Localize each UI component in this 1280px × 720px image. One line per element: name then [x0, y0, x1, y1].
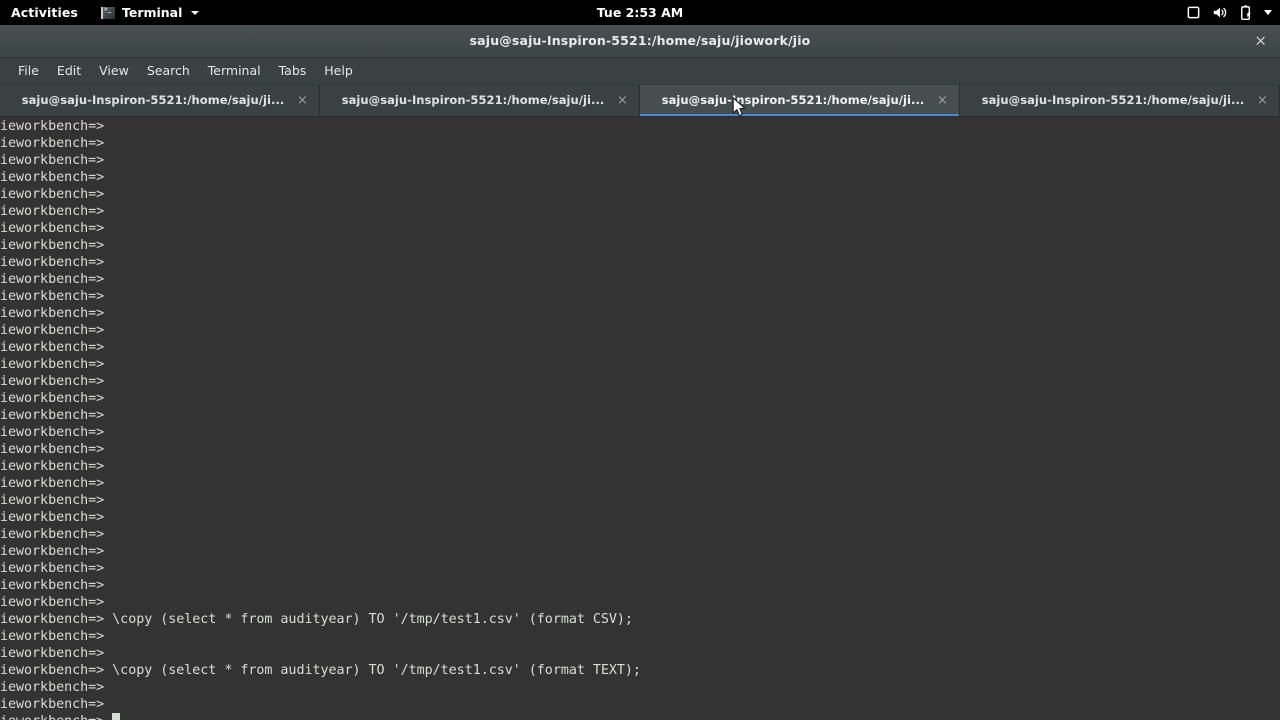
- terminal-icon: [100, 5, 116, 20]
- battery-charging-icon: [1239, 4, 1253, 21]
- terminal-line: ieworkbench=>: [0, 254, 105, 270]
- app-menu-label: Terminal: [121, 5, 183, 20]
- gnome-top-panel: Activities Terminal Tue 2:53 AM: [0, 0, 1280, 25]
- terminal-line: ieworkbench=>: [0, 679, 105, 695]
- terminal-line: ieworkbench=>: [0, 560, 105, 576]
- menubar: File Edit View Search Terminal Tabs Help: [0, 57, 1280, 86]
- terminal-line: ieworkbench=>: [0, 220, 105, 236]
- terminal-text: ieworkbench=> ieworkbench=> ieworkbench=> i…: [0, 117, 1280, 720]
- terminal-line: ieworkbench=>: [0, 492, 105, 508]
- menu-item-edit[interactable]: Edit: [48, 60, 90, 81]
- terminal-line: ieworkbench=>: [0, 526, 105, 542]
- tab-bar: saju@saju-Inspiron-5521:/home/saju/ji...…: [0, 85, 1280, 117]
- terminal-line: ieworkbench=>: [0, 135, 105, 151]
- terminal-line: ieworkbench=>: [0, 305, 105, 321]
- terminal-line: ieworkbench=>: [0, 441, 105, 457]
- terminal-line: ieworkbench=>: [0, 543, 105, 559]
- tab-close-icon[interactable]: ×: [1256, 94, 1269, 107]
- terminal-prompt: ieworkbench=>: [0, 714, 112, 720]
- terminal-line: ieworkbench=>: [0, 118, 105, 134]
- terminal-line: ieworkbench=>: [0, 186, 105, 202]
- terminal-line: ieworkbench=>: [0, 458, 105, 474]
- terminal-line: ieworkbench=>: [0, 339, 105, 355]
- window-title: saju@saju-Inspiron-5521:/home/saju/jiowo…: [469, 33, 811, 49]
- tab-label: saju@saju-Inspiron-5521:/home/saju/ji...: [21, 93, 285, 108]
- menu-item-terminal[interactable]: Terminal: [199, 60, 270, 81]
- terminal-line: ieworkbench=>: [0, 577, 105, 593]
- terminal-line: ieworkbench=> \copy (select * from audit…: [0, 662, 641, 678]
- terminal-line: ieworkbench=>: [0, 390, 105, 406]
- terminal-line: ieworkbench=>: [0, 169, 105, 185]
- terminal-line: ieworkbench=>: [0, 696, 105, 712]
- close-icon[interactable]: ×: [1254, 33, 1267, 48]
- tab-label: saju@saju-Inspiron-5521:/home/saju/ji...: [661, 93, 925, 108]
- app-menu-button[interactable]: Terminal: [100, 0, 200, 25]
- tab-label: saju@saju-Inspiron-5521:/home/saju/ji...: [341, 93, 605, 108]
- menu-item-search[interactable]: Search: [138, 60, 199, 81]
- menu-item-file[interactable]: File: [9, 60, 48, 81]
- terminal-line: ieworkbench=>: [0, 322, 105, 338]
- tab-close-icon[interactable]: ×: [936, 94, 949, 107]
- terminal-line: ieworkbench=>: [0, 628, 105, 644]
- terminal-line: ieworkbench=>: [0, 356, 105, 372]
- terminal-line: ieworkbench=>: [0, 594, 105, 610]
- tab-close-icon[interactable]: ×: [616, 94, 629, 107]
- terminal-line: ieworkbench=>: [0, 152, 105, 168]
- terminal-line: ieworkbench=>: [0, 645, 105, 661]
- terminal-line: ieworkbench=>: [0, 288, 105, 304]
- terminal-tab-1[interactable]: saju@saju-Inspiron-5521:/home/saju/ji...…: [0, 85, 320, 116]
- activities-button[interactable]: Activities: [0, 0, 88, 25]
- terminal-line: ieworkbench=>: [0, 407, 105, 423]
- dropdown-caret-icon: [1264, 10, 1272, 15]
- menu-item-view[interactable]: View: [90, 60, 138, 81]
- panel-status-area[interactable]: [1186, 0, 1272, 25]
- menu-item-tabs[interactable]: Tabs: [270, 60, 316, 81]
- volume-icon: [1212, 5, 1228, 20]
- display-icon: [1186, 5, 1201, 20]
- terminal-tab-4[interactable]: saju@saju-Inspiron-5521:/home/saju/ji...…: [960, 85, 1280, 116]
- terminal-tab-2[interactable]: saju@saju-Inspiron-5521:/home/saju/ji...…: [320, 85, 640, 116]
- activities-label: Activities: [11, 5, 78, 20]
- tab-label: saju@saju-Inspiron-5521:/home/saju/ji...: [981, 93, 1245, 108]
- terminal-line: ieworkbench=>: [0, 475, 105, 491]
- terminal-window: saju@saju-Inspiron-5521:/home/saju/jiowo…: [0, 25, 1280, 720]
- tab-close-icon[interactable]: ×: [296, 94, 309, 107]
- terminal-line: ieworkbench=>: [0, 424, 105, 440]
- terminal-line: ieworkbench=>: [0, 509, 105, 525]
- terminal-tab-3[interactable]: saju@saju-Inspiron-5521:/home/saju/ji...…: [640, 85, 960, 116]
- terminal-line: ieworkbench=>: [0, 237, 105, 253]
- terminal-line: ieworkbench=>: [0, 373, 105, 389]
- terminal-line: ieworkbench=> \copy (select * from audit…: [0, 611, 633, 627]
- terminal-cursor: [112, 713, 121, 720]
- terminal-line: ieworkbench=>: [0, 203, 105, 219]
- terminal-line: ieworkbench=>: [0, 271, 105, 287]
- window-titlebar: saju@saju-Inspiron-5521:/home/saju/jiowo…: [0, 25, 1280, 58]
- chevron-down-icon: [191, 10, 200, 15]
- terminal-prompt-line: ieworkbench=>: [0, 713, 1280, 720]
- menu-item-help[interactable]: Help: [315, 60, 362, 81]
- terminal-output-area[interactable]: ieworkbench=> ieworkbench=> ieworkbench=> i…: [0, 116, 1280, 720]
